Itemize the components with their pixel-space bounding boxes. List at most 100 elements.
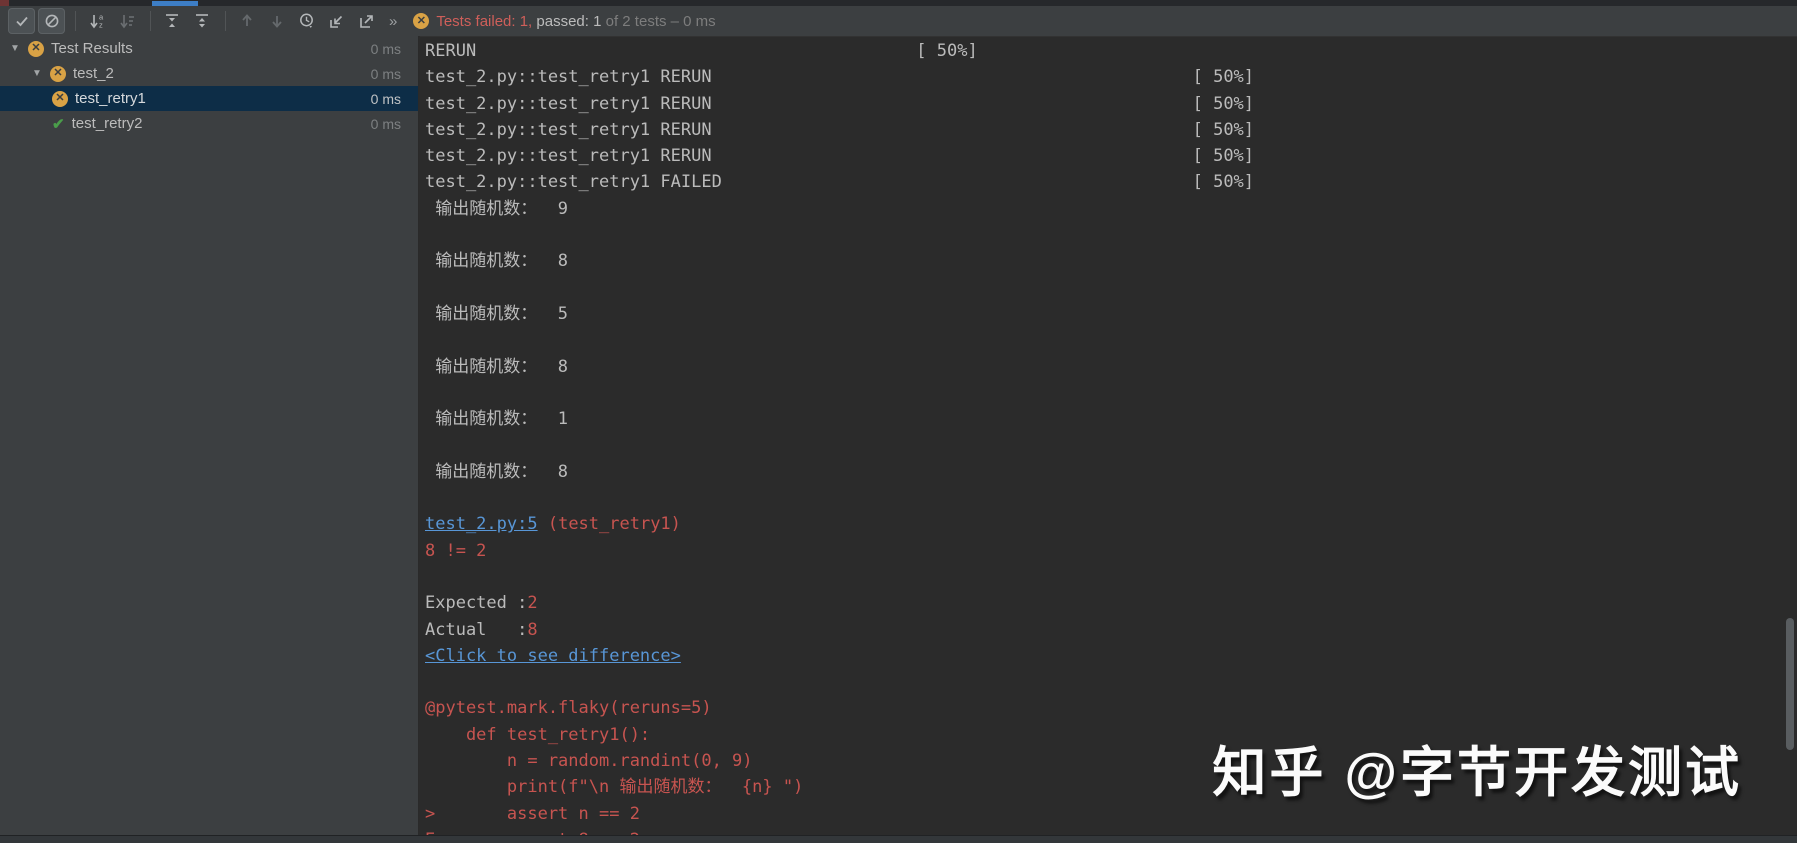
test-tree-row[interactable]: ✕ test_retry1 0 ms [0, 86, 418, 111]
file-line-link[interactable]: test_2.py:5 [425, 514, 538, 534]
console-vertical-scrollbar[interactable] [1786, 618, 1794, 750]
toolbar-separator [225, 11, 226, 31]
see-difference-link[interactable]: <Click to see difference> [425, 646, 681, 666]
import-test-results-button[interactable] [323, 8, 350, 34]
expand-arrow-icon[interactable]: ▼ [8, 43, 22, 54]
console-text: test_2.py::test_retry1 RERUN [ 50%] [425, 93, 1255, 114]
test-runner-window: a z » ✕ Tests failed: 1, passed: 1 of 2 … [0, 0, 1797, 843]
console-text: def test_retry1(): [425, 724, 651, 745]
console-text: 输出随机数： 1 [425, 409, 579, 430]
export-icon [359, 15, 373, 28]
console-text: Actual : [425, 619, 528, 640]
console-line: test_2.py::test_retry1 RERUN [ 50%] [425, 91, 1797, 117]
test-duration: 0 ms [370, 40, 401, 57]
console-line: 输出随机数： 8 [425, 354, 1797, 380]
arrow-up-icon [241, 14, 252, 26]
test-tree-row[interactable]: ▼ ✕ test_2 0 ms [0, 61, 418, 86]
test-tree-row[interactable]: ▼ ✕ Test Results 0 ms [0, 36, 418, 61]
collapse-all-button[interactable] [188, 8, 215, 34]
test-duration: 0 ms [370, 90, 401, 107]
console-line: 输出随机数： 8 [425, 248, 1797, 274]
console-text: RERUN [ 50%] [425, 41, 978, 61]
collapse-all-icon [195, 14, 208, 28]
check-icon [15, 16, 28, 27]
sort-alpha-icon: a z [89, 13, 104, 30]
test-name-label: test_2 [73, 65, 114, 82]
console-text: 输出随机数： 8 [425, 356, 579, 377]
show-ignored-button[interactable] [38, 8, 65, 34]
status-rest-text: of 2 tests – 0 ms [601, 12, 716, 30]
console-line: @pytest.mark.flaky(reruns=5) [425, 695, 1797, 721]
console-line: 输出随机数： 8 [425, 459, 1797, 485]
expand-all-icon [165, 14, 178, 27]
test-failed-icon: ✕ [52, 90, 68, 107]
console-line: test_2.py::test_retry1 RERUN [ 50%] [425, 64, 1797, 90]
console-line: test_2.py::test_retry1 FAILED [ 50%] [425, 169, 1797, 195]
console-text: print(f"\n 输出随机数： {n} ") [425, 777, 804, 798]
toolbar-separator [150, 11, 151, 31]
test-toolbar: a z » ✕ Tests failed: 1, passed: 1 of 2 … [0, 6, 1797, 36]
console-text: test_2.py::test_retry1 FAILED [ 50%] [425, 172, 1255, 193]
console-line: 输出随机数： 9 [425, 196, 1797, 222]
test-failed-icon: ✕ [50, 65, 66, 82]
status-failed-text: Tests failed: 1, [436, 12, 533, 30]
console-text: 8 != 2 [425, 540, 487, 561]
console-line: <Click to see difference> [425, 643, 1797, 669]
expand-all-button[interactable] [158, 8, 185, 34]
test-passed-icon: ✔ [52, 115, 65, 133]
console-text: 输出随机数： 8 [425, 251, 579, 272]
console-text: Expected : [425, 593, 528, 614]
window-bottom-edge [0, 835, 1797, 843]
sort-by-duration-button[interactable] [113, 8, 140, 34]
arrow-down-icon [271, 16, 282, 28]
no-entry-icon [45, 14, 58, 28]
console-text: 输出随机数： 8 [425, 461, 579, 482]
test-failed-icon: ✕ [413, 13, 430, 29]
toolbar-separator [75, 11, 76, 31]
test-duration: 0 ms [370, 65, 401, 82]
console-line: 输出随机数： 5 [425, 301, 1797, 327]
console-text: > assert n == 2 [425, 803, 640, 824]
console-text: 输出随机数： 9 [425, 198, 579, 219]
export-test-results-button[interactable] [353, 8, 380, 34]
test-duration: 0 ms [370, 115, 401, 132]
console-line: 输出随机数： 1 [425, 406, 1797, 432]
sort-duration-icon [119, 15, 134, 29]
console-text: n = random.randint(0, 9) [425, 751, 753, 772]
clock-icon [299, 13, 313, 28]
console-text: 2 [527, 593, 538, 614]
console-line: E assert 8 == 2 [425, 827, 1797, 835]
status-passed-text: passed: 1 [532, 12, 602, 30]
console-line: RERUN [ 50%] [425, 38, 1797, 64]
test-output-console[interactable]: RERUN [ 50%]test_2.py::test_retry1 RERUN… [420, 36, 1797, 835]
more-actions-chevron[interactable]: » [389, 13, 397, 30]
svg-text:z: z [99, 21, 103, 30]
console-line: Expected :2 [425, 590, 1797, 616]
watermark-text: 知乎 @字节开发测试 [1212, 743, 1742, 803]
console-text: test_2.py::test_retry1 RERUN [ 50%] [425, 67, 1255, 88]
next-failed-test-button[interactable] [263, 8, 290, 34]
test-name-label: test_retry2 [71, 115, 143, 132]
test-name-label: Test Results [51, 40, 133, 57]
console-line: test_2.py::test_retry1 RERUN [ 50%] [425, 143, 1797, 169]
test-status-summary: ✕ Tests failed: 1, passed: 1 of 2 tests … [413, 12, 716, 30]
test-tree[interactable]: ▼ ✕ Test Results 0 ms ▼ ✕ test_2 0 ms ✕ … [0, 36, 419, 835]
previous-failed-test-button[interactable] [233, 8, 260, 34]
show-passed-button[interactable] [8, 8, 35, 34]
sort-alphabetically-button[interactable]: a z [83, 8, 110, 34]
console-text: test_2.py::test_retry1 RERUN [ 50%] [425, 146, 1255, 167]
test-history-button[interactable] [293, 8, 320, 34]
console-text: test_2.py::test_retry1 RERUN [ 50%] [425, 119, 1255, 140]
test-tree-row[interactable]: ✔ test_retry2 0 ms [0, 111, 418, 136]
test-name-label: test_retry1 [75, 90, 146, 107]
expand-arrow-icon[interactable]: ▼ [30, 68, 44, 79]
console-line: test_2.py:5 (test_retry1) [425, 511, 1797, 537]
